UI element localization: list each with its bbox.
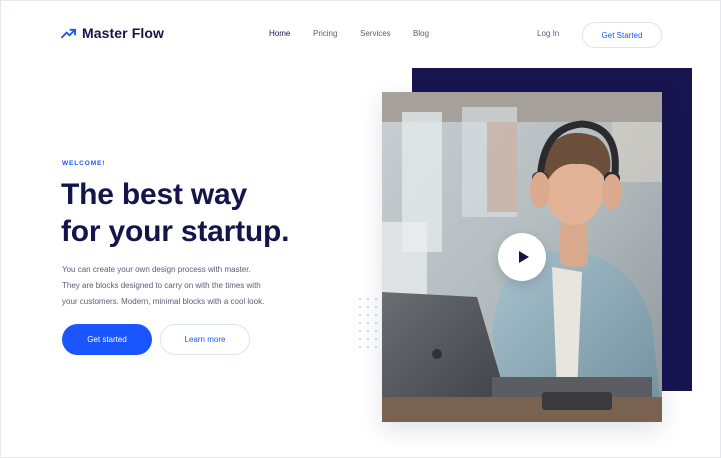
play-video-button[interactable] <box>498 233 546 281</box>
top-nav: Master Flow Home Pricing Services Blog L… <box>1 1 721 67</box>
hero-headline: The best way for your startup. <box>61 176 289 250</box>
brand-logo[interactable]: Master Flow <box>61 25 164 41</box>
brand-name: Master Flow <box>82 25 165 41</box>
learn-more-button[interactable]: Learn more <box>160 324 250 355</box>
play-icon <box>518 251 529 263</box>
trending-up-icon <box>61 28 76 38</box>
get-started-button[interactable]: Get started <box>62 324 152 355</box>
nav-item-pricing[interactable]: Pricing <box>313 29 337 38</box>
nav-item-services[interactable]: Services <box>360 29 391 38</box>
landing-page: Master Flow Home Pricing Services Blog L… <box>0 0 721 458</box>
hero-description: You can create your own design process w… <box>62 262 312 310</box>
nav-item-home[interactable]: Home <box>269 29 290 38</box>
headline-line: The best way <box>61 178 247 211</box>
description-line: your customers. Modern, minimal blocks w… <box>62 297 265 306</box>
login-link[interactable]: Log In <box>537 29 559 38</box>
hero-eyebrow: WELCOME! <box>62 160 106 167</box>
description-line: They are blocks designed to carry on wit… <box>62 281 261 290</box>
dot-grid-decoration <box>359 298 377 348</box>
description-line: You can create your own design process w… <box>62 265 251 274</box>
nav-item-blog[interactable]: Blog <box>413 29 429 38</box>
headline-line: for your startup. <box>61 215 290 248</box>
get-started-nav-button[interactable]: Get Started <box>582 22 662 48</box>
